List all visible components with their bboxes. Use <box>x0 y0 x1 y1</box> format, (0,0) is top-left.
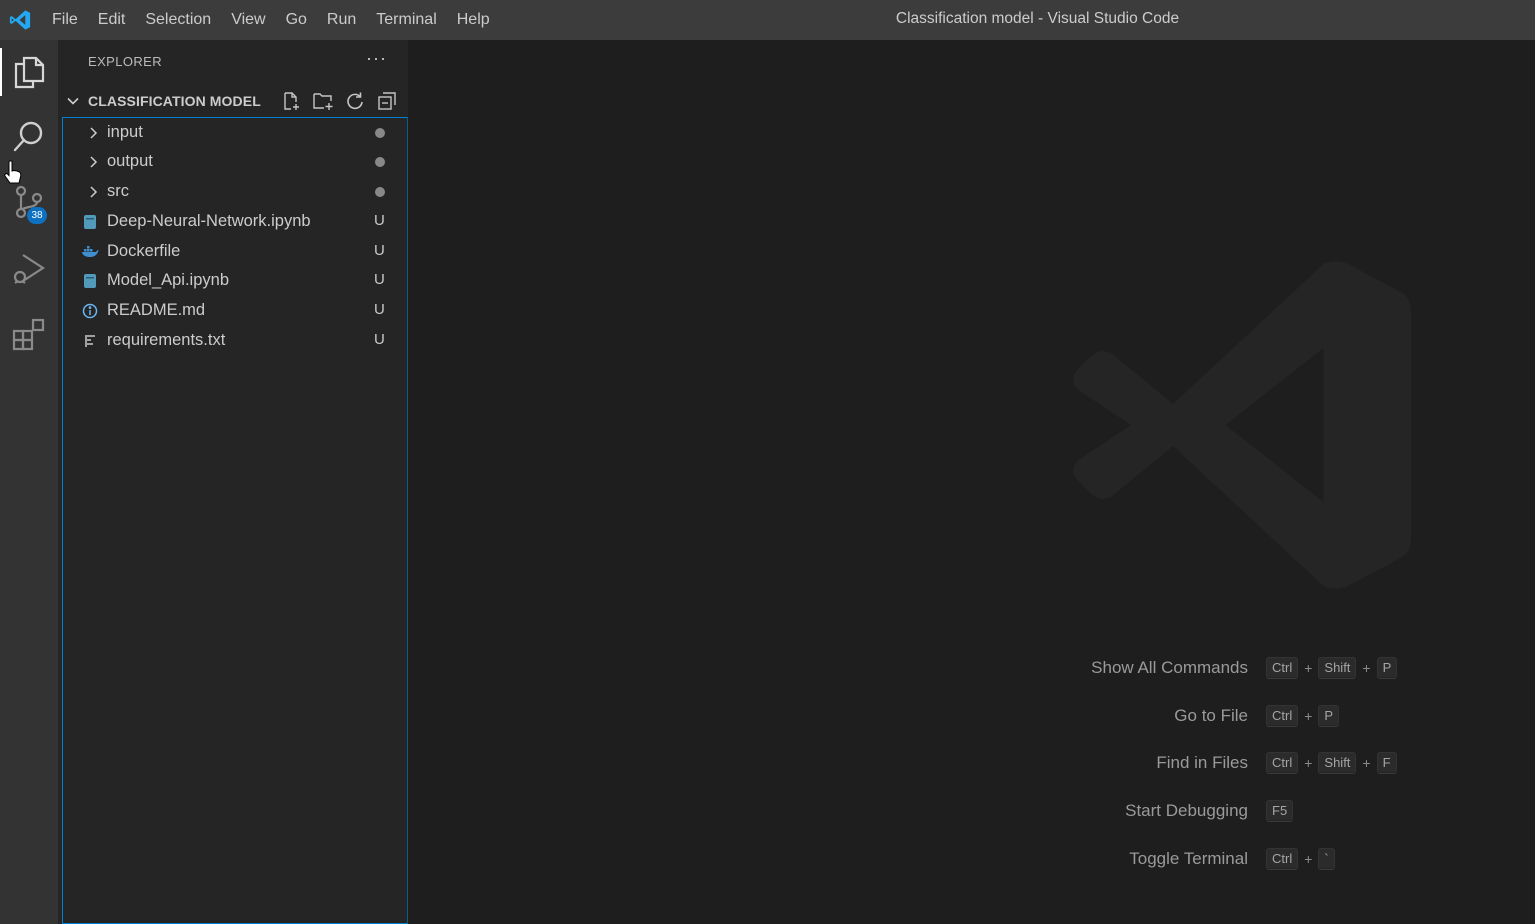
key: Ctrl <box>1266 848 1299 870</box>
file-tree: input output src Deep-Neural-Network.ipy… <box>62 117 408 924</box>
key: P <box>1318 705 1340 727</box>
shortcut-find-in-files: Find in Files Ctrl + Shift + F <box>1008 750 1508 776</box>
collapse-all-icon[interactable] <box>376 90 398 112</box>
tree-item-deep-neural-network[interactable]: Deep-Neural-Network.ipynb U <box>63 207 407 237</box>
key: ` <box>1318 848 1335 870</box>
plus-sign: + <box>1304 660 1313 676</box>
tree-item-label: output <box>107 152 153 170</box>
shortcut-keys: F5 <box>1266 800 1294 822</box>
menu-edit[interactable]: Edit <box>88 0 136 40</box>
untracked-status: U <box>374 212 385 229</box>
modified-dot <box>375 157 385 167</box>
modified-dot <box>375 128 385 138</box>
shortcut-go-to-file: Go to File Ctrl + P <box>1008 703 1508 729</box>
chevron-down-icon <box>58 94 88 108</box>
explorer-title: EXPLORER <box>88 54 163 69</box>
shortcut-keys: Ctrl + ` <box>1266 848 1335 870</box>
shortcut-label: Go to File <box>1174 706 1248 725</box>
docker-icon <box>81 243 99 261</box>
plus-sign: + <box>1304 851 1313 867</box>
shortcut-toggle-terminal: Toggle Terminal Ctrl + ` <box>1008 846 1508 872</box>
search-icon <box>13 121 43 152</box>
menu-view[interactable]: View <box>221 0 275 40</box>
tree-item-model-api[interactable]: Model_Api.ipynb U <box>63 266 407 296</box>
shortcut-keys: Ctrl + Shift + P <box>1266 657 1398 679</box>
tree-item-label: Deep-Neural-Network.ipynb <box>107 212 311 230</box>
refresh-icon[interactable] <box>344 90 366 112</box>
info-icon <box>81 302 99 320</box>
untracked-status: U <box>374 242 385 259</box>
plus-sign: + <box>1304 708 1313 724</box>
tree-item-label: README.md <box>107 301 206 319</box>
vscode-logo-icon <box>0 0 40 40</box>
tree-item-label: Dockerfile <box>107 242 181 260</box>
menu-file[interactable]: File <box>42 0 88 40</box>
editor-area: Show All Commands Ctrl + Shift + P Go to… <box>408 40 1535 924</box>
tree-item-output[interactable]: output <box>63 147 407 177</box>
shortcut-label: Toggle Terminal <box>1129 849 1248 868</box>
shortcut-label: Show All Commands <box>1091 658 1248 677</box>
tree-item-label: Model_Api.ipynb <box>107 271 229 289</box>
source-control-badge: 38 <box>27 207 47 224</box>
shortcut-start-debugging: Start Debugging F5 <box>1008 798 1508 824</box>
workspace-folder-title: CLASSIFICATION MODEL <box>88 93 261 109</box>
search-button[interactable] <box>0 106 58 166</box>
plus-sign: + <box>1304 755 1313 771</box>
tree-item-label: src <box>107 182 129 200</box>
chevron-right-icon <box>85 184 101 200</box>
extensions-button[interactable] <box>0 304 58 364</box>
untracked-status: U <box>374 331 385 348</box>
vscode-watermark-icon <box>1068 250 1418 605</box>
tree-item-dockerfile[interactable]: Dockerfile U <box>63 237 407 267</box>
menu-terminal[interactable]: Terminal <box>366 0 446 40</box>
tree-item-input[interactable]: input <box>63 118 407 148</box>
chevron-right-icon <box>85 125 101 141</box>
key: Shift <box>1318 657 1357 679</box>
notebook-file-icon <box>81 272 99 290</box>
explorer-sidebar: EXPLORER ··· CLASSIFICATION MODEL input <box>58 40 408 924</box>
new-folder-icon[interactable] <box>312 90 334 112</box>
untracked-status: U <box>374 271 385 288</box>
explorer-more-button[interactable]: ··· <box>366 48 387 69</box>
run-debug-icon <box>13 254 46 284</box>
tree-item-requirements[interactable]: requirements.txt U <box>63 326 407 356</box>
tree-item-readme[interactable]: README.md U <box>63 296 407 326</box>
workspace-folder-header[interactable]: CLASSIFICATION MODEL <box>58 86 408 116</box>
tree-item-label: input <box>107 123 143 141</box>
extensions-icon <box>12 318 45 351</box>
menu-run[interactable]: Run <box>317 0 366 40</box>
key: F <box>1376 752 1397 774</box>
key: Shift <box>1318 752 1357 774</box>
shortcut-keys: Ctrl + P <box>1266 705 1340 727</box>
menu-help[interactable]: Help <box>447 0 500 40</box>
folder-actions <box>280 90 398 112</box>
menu-selection[interactable]: Selection <box>135 0 221 40</box>
text-file-icon <box>81 332 99 350</box>
menu-go[interactable]: Go <box>276 0 317 40</box>
shortcut-keys: Ctrl + Shift + F <box>1266 752 1397 774</box>
tree-item-label: requirements.txt <box>107 331 226 349</box>
key: P <box>1376 657 1398 679</box>
notebook-file-icon <box>81 213 99 231</box>
plus-sign: + <box>1362 755 1371 771</box>
key: Ctrl <box>1266 752 1299 774</box>
menu-bar: File Edit Selection View Go Run Terminal… <box>42 0 500 40</box>
key: Ctrl <box>1266 705 1299 727</box>
run-debug-button[interactable] <box>0 238 58 298</box>
untracked-status: U <box>374 301 385 318</box>
plus-sign: + <box>1362 660 1371 676</box>
new-file-icon[interactable] <box>280 90 302 112</box>
files-icon <box>14 56 45 89</box>
key: Ctrl <box>1266 657 1299 679</box>
modified-dot <box>375 187 385 197</box>
shortcut-show-all-commands: Show All Commands Ctrl + Shift + P <box>1008 655 1508 681</box>
tree-item-src[interactable]: src <box>63 177 407 207</box>
hand-cursor-icon <box>4 160 22 191</box>
explorer-button[interactable] <box>0 42 58 102</box>
title-bar: File Edit Selection View Go Run Terminal… <box>0 0 1535 40</box>
shortcut-label: Start Debugging <box>1125 801 1248 820</box>
key: F5 <box>1266 800 1294 822</box>
shortcut-label: Find in Files <box>1156 753 1248 772</box>
chevron-right-icon <box>85 154 101 170</box>
